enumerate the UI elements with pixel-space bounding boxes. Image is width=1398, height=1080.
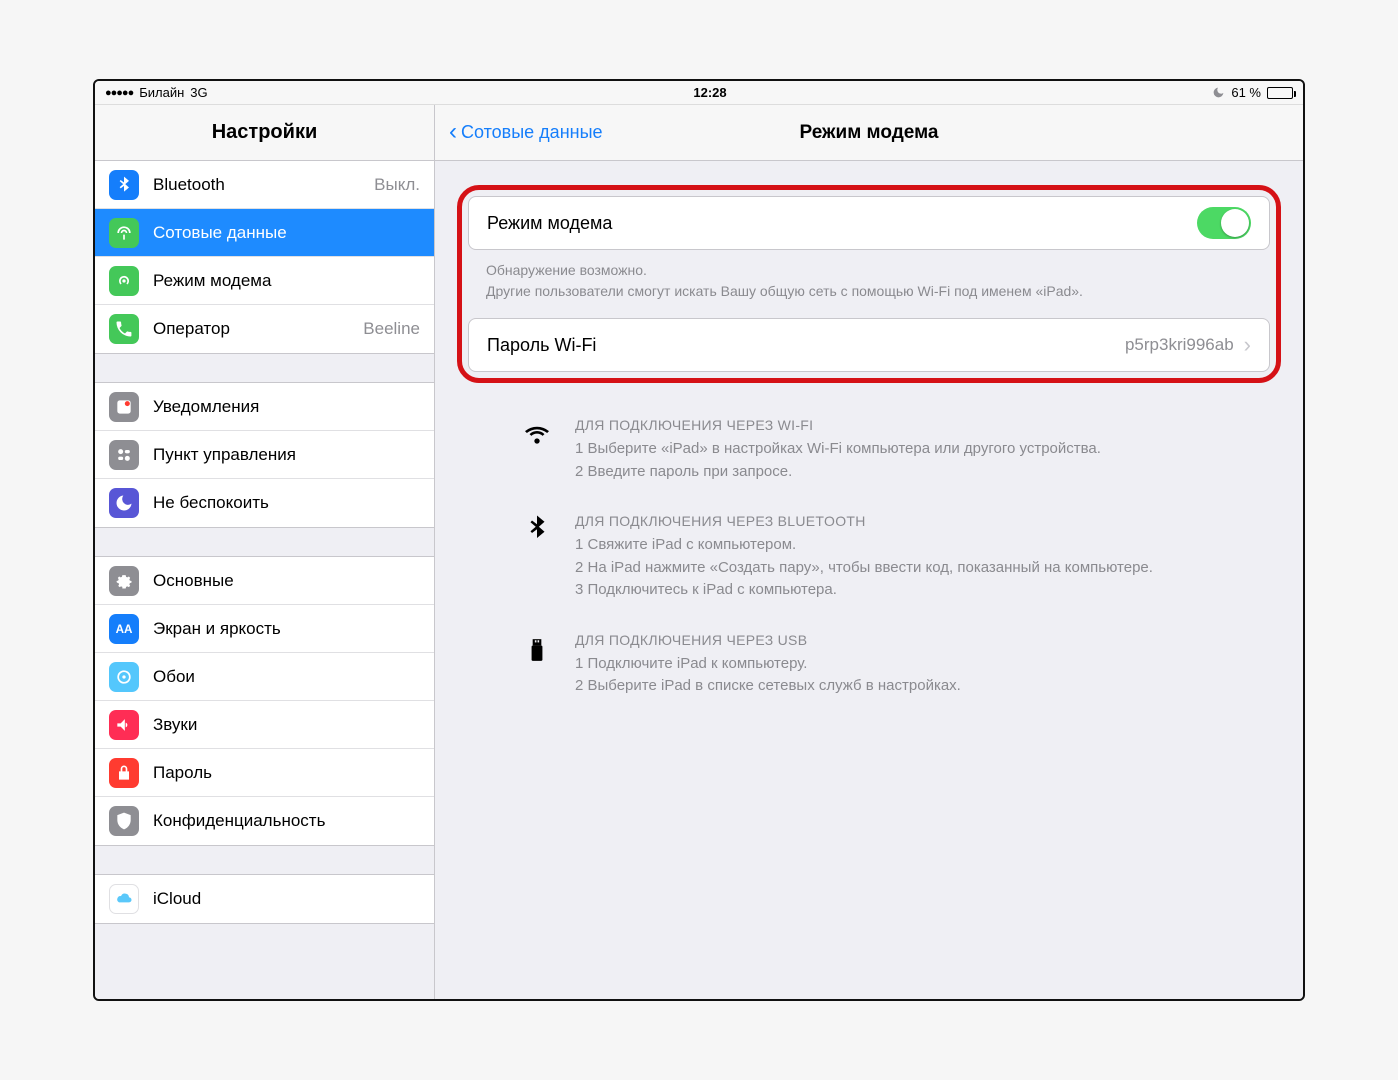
- inst-wifi-2: 2 Введите пароль при запросе.: [575, 461, 1263, 484]
- sidebar-scroll[interactable]: Bluetooth Выкл. Сотовые данные Режим м: [95, 161, 434, 999]
- sidebar-item-label: Основные: [153, 571, 420, 591]
- wallpaper-icon: [109, 662, 139, 692]
- content-body[interactable]: Режим модема Обнаружение возможно. Други…: [435, 161, 1303, 999]
- sidebar-item-display[interactable]: AA Экран и яркость: [95, 605, 434, 653]
- password-label: Пароль Wi-Fi: [487, 335, 1125, 356]
- sidebar-item-label: Звуки: [153, 715, 420, 735]
- chevron-left-icon: ‹: [449, 120, 457, 144]
- bluetooth-icon: [109, 170, 139, 200]
- content-header: ‹ Сотовые данные Режим модема: [435, 105, 1303, 161]
- hotspot-note: Обнаружение возможно. Другие пользовател…: [468, 250, 1270, 318]
- hotspot-highlight: Режим модема Обнаружение возможно. Други…: [457, 185, 1281, 383]
- sounds-icon: [109, 710, 139, 740]
- sidebar-item-dnd[interactable]: Не беспокоить: [95, 479, 434, 527]
- privacy-icon: [109, 806, 139, 836]
- inst-bt-1: 1 Свяжите iPad с компьютером.: [575, 534, 1263, 557]
- dnd-icon: [109, 488, 139, 518]
- network-label: 3G: [190, 85, 207, 100]
- sidebar-item-value: Выкл.: [374, 175, 420, 195]
- chevron-right-icon: ›: [1244, 332, 1251, 358]
- hotspot-label: Режим модема: [487, 213, 1197, 234]
- status-right: 61 %: [1212, 85, 1293, 100]
- inst-usb-2: 2 Выберите iPad в списке сетевых служб в…: [575, 675, 1263, 698]
- sidebar-item-privacy[interactable]: Конфиденциальность: [95, 797, 434, 845]
- sidebar-item-label: Конфиденциальность: [153, 811, 420, 831]
- sidebar-item-bluetooth[interactable]: Bluetooth Выкл.: [95, 161, 434, 209]
- sidebar-item-wallpaper[interactable]: Обои: [95, 653, 434, 701]
- phone-icon: [109, 314, 139, 344]
- display-icon: AA: [109, 614, 139, 644]
- sidebar-group-notifications: Уведомления Пункт управления Не беспокои…: [95, 382, 434, 528]
- instruction-wifi: ДЛЯ ПОДКЛЮЧЕНИЯ ЧЕРЕЗ WI-FI 1 Выберите «…: [457, 405, 1281, 501]
- inst-wifi-1: 1 Выберите «iPad» в настройках Wi-Fi ком…: [575, 438, 1263, 461]
- sidebar-item-label: Сотовые данные: [153, 223, 420, 243]
- sidebar: Настройки Bluetooth Выкл. Сотовы: [95, 105, 435, 999]
- general-icon: [109, 566, 139, 596]
- settings-window: ●●●●● Билайн 3G 12:28 61 % Настройки Blu…: [93, 79, 1305, 1001]
- sidebar-item-value: Beeline: [363, 319, 420, 339]
- sidebar-item-icloud[interactable]: iCloud: [95, 875, 434, 923]
- sidebar-item-controlcenter[interactable]: Пункт управления: [95, 431, 434, 479]
- icloud-icon: [109, 884, 139, 914]
- sidebar-group-icloud: iCloud: [95, 874, 434, 924]
- sidebar-item-label: Пароль: [153, 763, 420, 783]
- sidebar-group-general: Основные AA Экран и яркость Обои: [95, 556, 434, 846]
- sidebar-item-carrier[interactable]: Оператор Beeline: [95, 305, 434, 353]
- status-time: 12:28: [693, 85, 726, 100]
- carrier-label: Билайн: [139, 85, 184, 100]
- wifi-icon: [517, 415, 557, 483]
- battery-icon: [1267, 87, 1293, 99]
- note-line1: Обнаружение возможно.: [486, 260, 1252, 281]
- back-label: Сотовые данные: [461, 122, 603, 143]
- note-line2: Другие пользователи смогут искать Вашу о…: [486, 281, 1252, 302]
- svg-text:AA: AA: [116, 623, 133, 636]
- instruction-usb: ДЛЯ ПОДКЛЮЧЕНИЯ ЧЕРЕЗ USB 1 Подключите i…: [457, 620, 1281, 716]
- status-bar: ●●●●● Билайн 3G 12:28 61 %: [95, 81, 1303, 105]
- sidebar-item-label: Пункт управления: [153, 445, 420, 465]
- inst-usb-1: 1 Подключите iPad к компьютеру.: [575, 653, 1263, 676]
- sidebar-item-label: Экран и яркость: [153, 619, 420, 639]
- usb-icon: [517, 630, 557, 698]
- sidebar-item-passcode[interactable]: Пароль: [95, 749, 434, 797]
- instruction-bluetooth: ДЛЯ ПОДКЛЮЧЕНИЯ ЧЕРЕЗ BLUETOOTH 1 Свяжит…: [457, 501, 1281, 620]
- signal-dots-icon: ●●●●●: [105, 87, 133, 99]
- battery-pct: 61 %: [1231, 85, 1261, 100]
- dnd-moon-icon: [1212, 86, 1225, 99]
- sidebar-item-label: Не беспокоить: [153, 493, 420, 513]
- sidebar-item-label: Уведомления: [153, 397, 420, 417]
- inst-wifi-title: ДЛЯ ПОДКЛЮЧЕНИЯ ЧЕРЕЗ WI-FI: [575, 415, 1263, 436]
- hotspot-switch[interactable]: [1197, 207, 1251, 239]
- back-button[interactable]: ‹ Сотовые данные: [449, 121, 603, 145]
- notifications-icon: [109, 392, 139, 422]
- controlcenter-icon: [109, 440, 139, 470]
- sidebar-item-notifications[interactable]: Уведомления: [95, 383, 434, 431]
- bluetooth-large-icon: [517, 511, 557, 602]
- sidebar-item-label: Обои: [153, 667, 420, 687]
- inst-bt-title: ДЛЯ ПОДКЛЮЧЕНИЯ ЧЕРЕЗ BLUETOOTH: [575, 511, 1263, 532]
- sidebar-item-sounds[interactable]: Звуки: [95, 701, 434, 749]
- status-left: ●●●●● Билайн 3G: [105, 85, 208, 100]
- sidebar-item-hotspot[interactable]: Режим модема: [95, 257, 434, 305]
- sidebar-item-label: iCloud: [153, 889, 420, 909]
- sidebar-item-label: Bluetooth: [153, 175, 360, 195]
- passcode-icon: [109, 758, 139, 788]
- sidebar-item-label: Режим модема: [153, 271, 420, 291]
- hotspot-icon: [109, 266, 139, 296]
- sidebar-item-general[interactable]: Основные: [95, 557, 434, 605]
- password-value: p5rp3kri996ab: [1125, 335, 1234, 355]
- sidebar-item-cellular[interactable]: Сотовые данные: [95, 209, 434, 257]
- sidebar-group-network: Bluetooth Выкл. Сотовые данные Режим м: [95, 161, 434, 354]
- inst-bt-3: 3 Подключитесь к iPad с компьютера.: [575, 579, 1263, 602]
- inst-bt-2: 2 На iPad нажмите «Создать пару», чтобы …: [575, 557, 1263, 580]
- wifi-password-row[interactable]: Пароль Wi-Fi p5rp3kri996ab ›: [469, 319, 1269, 371]
- hotspot-toggle-row[interactable]: Режим модема: [469, 197, 1269, 249]
- cellular-icon: [109, 218, 139, 248]
- content-pane: ‹ Сотовые данные Режим модема Режим моде…: [435, 105, 1303, 999]
- inst-usb-title: ДЛЯ ПОДКЛЮЧЕНИЯ ЧЕРЕЗ USB: [575, 630, 1263, 651]
- sidebar-item-label: Оператор: [153, 319, 349, 339]
- sidebar-title: Настройки: [95, 105, 434, 161]
